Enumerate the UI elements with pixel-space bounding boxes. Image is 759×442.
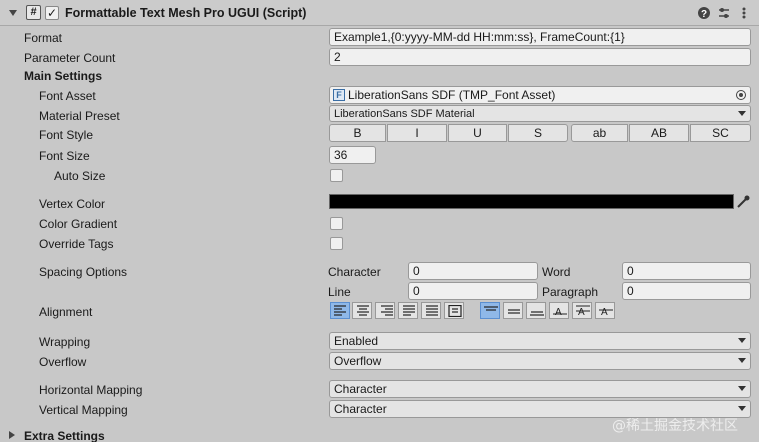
wrapping-value: Enabled: [334, 334, 379, 348]
svg-text:A: A: [578, 307, 585, 317]
paragraph-spacing-label: Paragraph: [542, 285, 599, 299]
material-preset-value: LiberationSans SDF Material: [334, 108, 475, 120]
character-spacing-label: Character: [328, 265, 381, 279]
script-icon: #: [26, 5, 41, 20]
horizontal-mapping-dropdown[interactable]: Character: [329, 380, 751, 398]
spacing-options-label: Spacing Options: [39, 265, 128, 279]
override-tags-checkbox[interactable]: [330, 237, 343, 250]
auto-size-checkbox[interactable]: [330, 169, 343, 182]
font-style-underline-button[interactable]: U: [448, 124, 507, 142]
chevron-down-icon: [738, 338, 746, 343]
align-geometry-center-button[interactable]: [444, 302, 464, 319]
format-field[interactable]: Example1,{0:yyyy-MM-dd HH:mm:ss}, FrameC…: [329, 28, 751, 46]
font-asset-icon: F: [333, 89, 345, 101]
font-size-label: Font Size: [39, 149, 90, 163]
font-style-italic-button[interactable]: I: [387, 124, 447, 142]
svg-text:A: A: [601, 307, 608, 317]
color-gradient-checkbox[interactable]: [330, 217, 343, 230]
svg-text:A: A: [555, 307, 562, 317]
preset-sliders-icon[interactable]: [717, 6, 731, 20]
line-spacing-label: Line: [328, 285, 351, 299]
font-style-bold-button[interactable]: B: [329, 124, 386, 142]
color-gradient-label: Color Gradient: [39, 217, 118, 231]
paragraph-spacing-field[interactable]: 0: [622, 282, 751, 300]
eyedropper-icon[interactable]: [735, 194, 751, 209]
font-asset-label: Font Asset: [39, 89, 96, 103]
parameter-count-field[interactable]: 2: [329, 48, 751, 66]
align-baseline-icon: A: [553, 307, 567, 317]
chevron-down-icon: [738, 406, 746, 411]
font-style-strikethrough-button[interactable]: S: [508, 124, 568, 142]
horizontal-mapping-value: Character: [334, 382, 387, 396]
font-style-lowercase-button[interactable]: ab: [571, 124, 628, 142]
font-asset-field[interactable]: F LiberationSans SDF (TMP_Font Asset): [329, 86, 751, 104]
watermark-text: @稀土掘金技术社区: [612, 418, 738, 434]
align-center-icon: [357, 305, 369, 316]
align-center-button[interactable]: [352, 302, 372, 319]
align-middle-icon: [508, 309, 520, 314]
font-size-field[interactable]: 36: [329, 146, 376, 164]
context-menu-icon[interactable]: [737, 6, 751, 20]
vertex-color-label: Vertex Color: [39, 197, 106, 211]
override-tags-label: Override Tags: [39, 237, 114, 251]
align-midline-button[interactable]: A: [572, 302, 592, 319]
align-middle-button[interactable]: [503, 302, 523, 319]
character-spacing-field[interactable]: 0: [408, 262, 538, 280]
horizontal-mapping-label: Horizontal Mapping: [39, 383, 143, 397]
align-right-button[interactable]: [375, 302, 395, 319]
chevron-down-icon: [738, 111, 746, 116]
component-title: Formattable Text Mesh Pro UGUI (Script): [65, 6, 307, 20]
component-header: # ✓ Formattable Text Mesh Pro UGUI (Scri…: [0, 0, 759, 26]
font-style-uppercase-button[interactable]: AB: [629, 124, 689, 142]
align-top-button[interactable]: [480, 302, 500, 319]
overflow-value: Overflow: [334, 354, 382, 368]
vertical-mapping-label: Vertical Mapping: [39, 403, 128, 417]
align-left-icon: [334, 305, 346, 316]
wrapping-dropdown[interactable]: Enabled: [329, 332, 751, 350]
word-spacing-label: Word: [542, 265, 571, 279]
svg-text:?: ?: [701, 9, 707, 20]
font-style-smallcaps-button[interactable]: SC: [690, 124, 751, 142]
extra-settings-heading[interactable]: Extra Settings: [24, 428, 105, 442]
align-bottom-button[interactable]: [526, 302, 546, 319]
line-spacing-field[interactable]: 0: [408, 282, 538, 300]
font-asset-value: LiberationSans SDF (TMP_Font Asset): [348, 88, 556, 102]
auto-size-label: Auto Size: [54, 169, 106, 183]
enabled-checkbox[interactable]: ✓: [45, 6, 59, 20]
material-preset-label: Material Preset: [39, 109, 120, 123]
align-top-icon: [484, 306, 498, 311]
align-bottom-icon: [530, 311, 544, 316]
help-icon[interactable]: ?: [697, 6, 711, 20]
align-right-icon: [381, 305, 393, 316]
overflow-dropdown[interactable]: Overflow: [329, 352, 751, 370]
extra-settings-foldout-icon[interactable]: [9, 431, 15, 439]
align-geometry-center-icon: [448, 305, 462, 317]
align-capline-button[interactable]: A: [595, 302, 615, 319]
object-picker-icon[interactable]: [736, 90, 746, 100]
align-capline-icon: A: [599, 307, 613, 317]
foldout-arrow-icon[interactable]: [9, 10, 17, 16]
material-preset-dropdown[interactable]: LiberationSans SDF Material: [329, 105, 751, 122]
wrapping-label: Wrapping: [39, 335, 91, 349]
vertical-mapping-value: Character: [334, 402, 387, 416]
align-baseline-button[interactable]: A: [549, 302, 569, 319]
chevron-down-icon: [738, 358, 746, 363]
word-spacing-field[interactable]: 0: [622, 262, 751, 280]
align-midline-icon: A: [576, 305, 590, 317]
vertex-color-swatch[interactable]: [329, 194, 734, 209]
overflow-label: Overflow: [39, 355, 87, 369]
format-label: Format: [24, 31, 63, 45]
parameter-count-label: Parameter Count: [24, 51, 116, 65]
chevron-down-icon: [738, 386, 746, 391]
main-settings-heading: Main Settings: [24, 69, 103, 83]
align-justified-button[interactable]: [398, 302, 418, 319]
vertical-mapping-dropdown[interactable]: Character: [329, 400, 751, 418]
align-flush-icon: [426, 305, 438, 316]
align-left-button[interactable]: [330, 302, 350, 319]
align-flush-button[interactable]: [421, 302, 441, 319]
alignment-label: Alignment: [39, 305, 93, 319]
align-justified-icon: [403, 305, 415, 316]
font-style-label: Font Style: [39, 128, 94, 142]
